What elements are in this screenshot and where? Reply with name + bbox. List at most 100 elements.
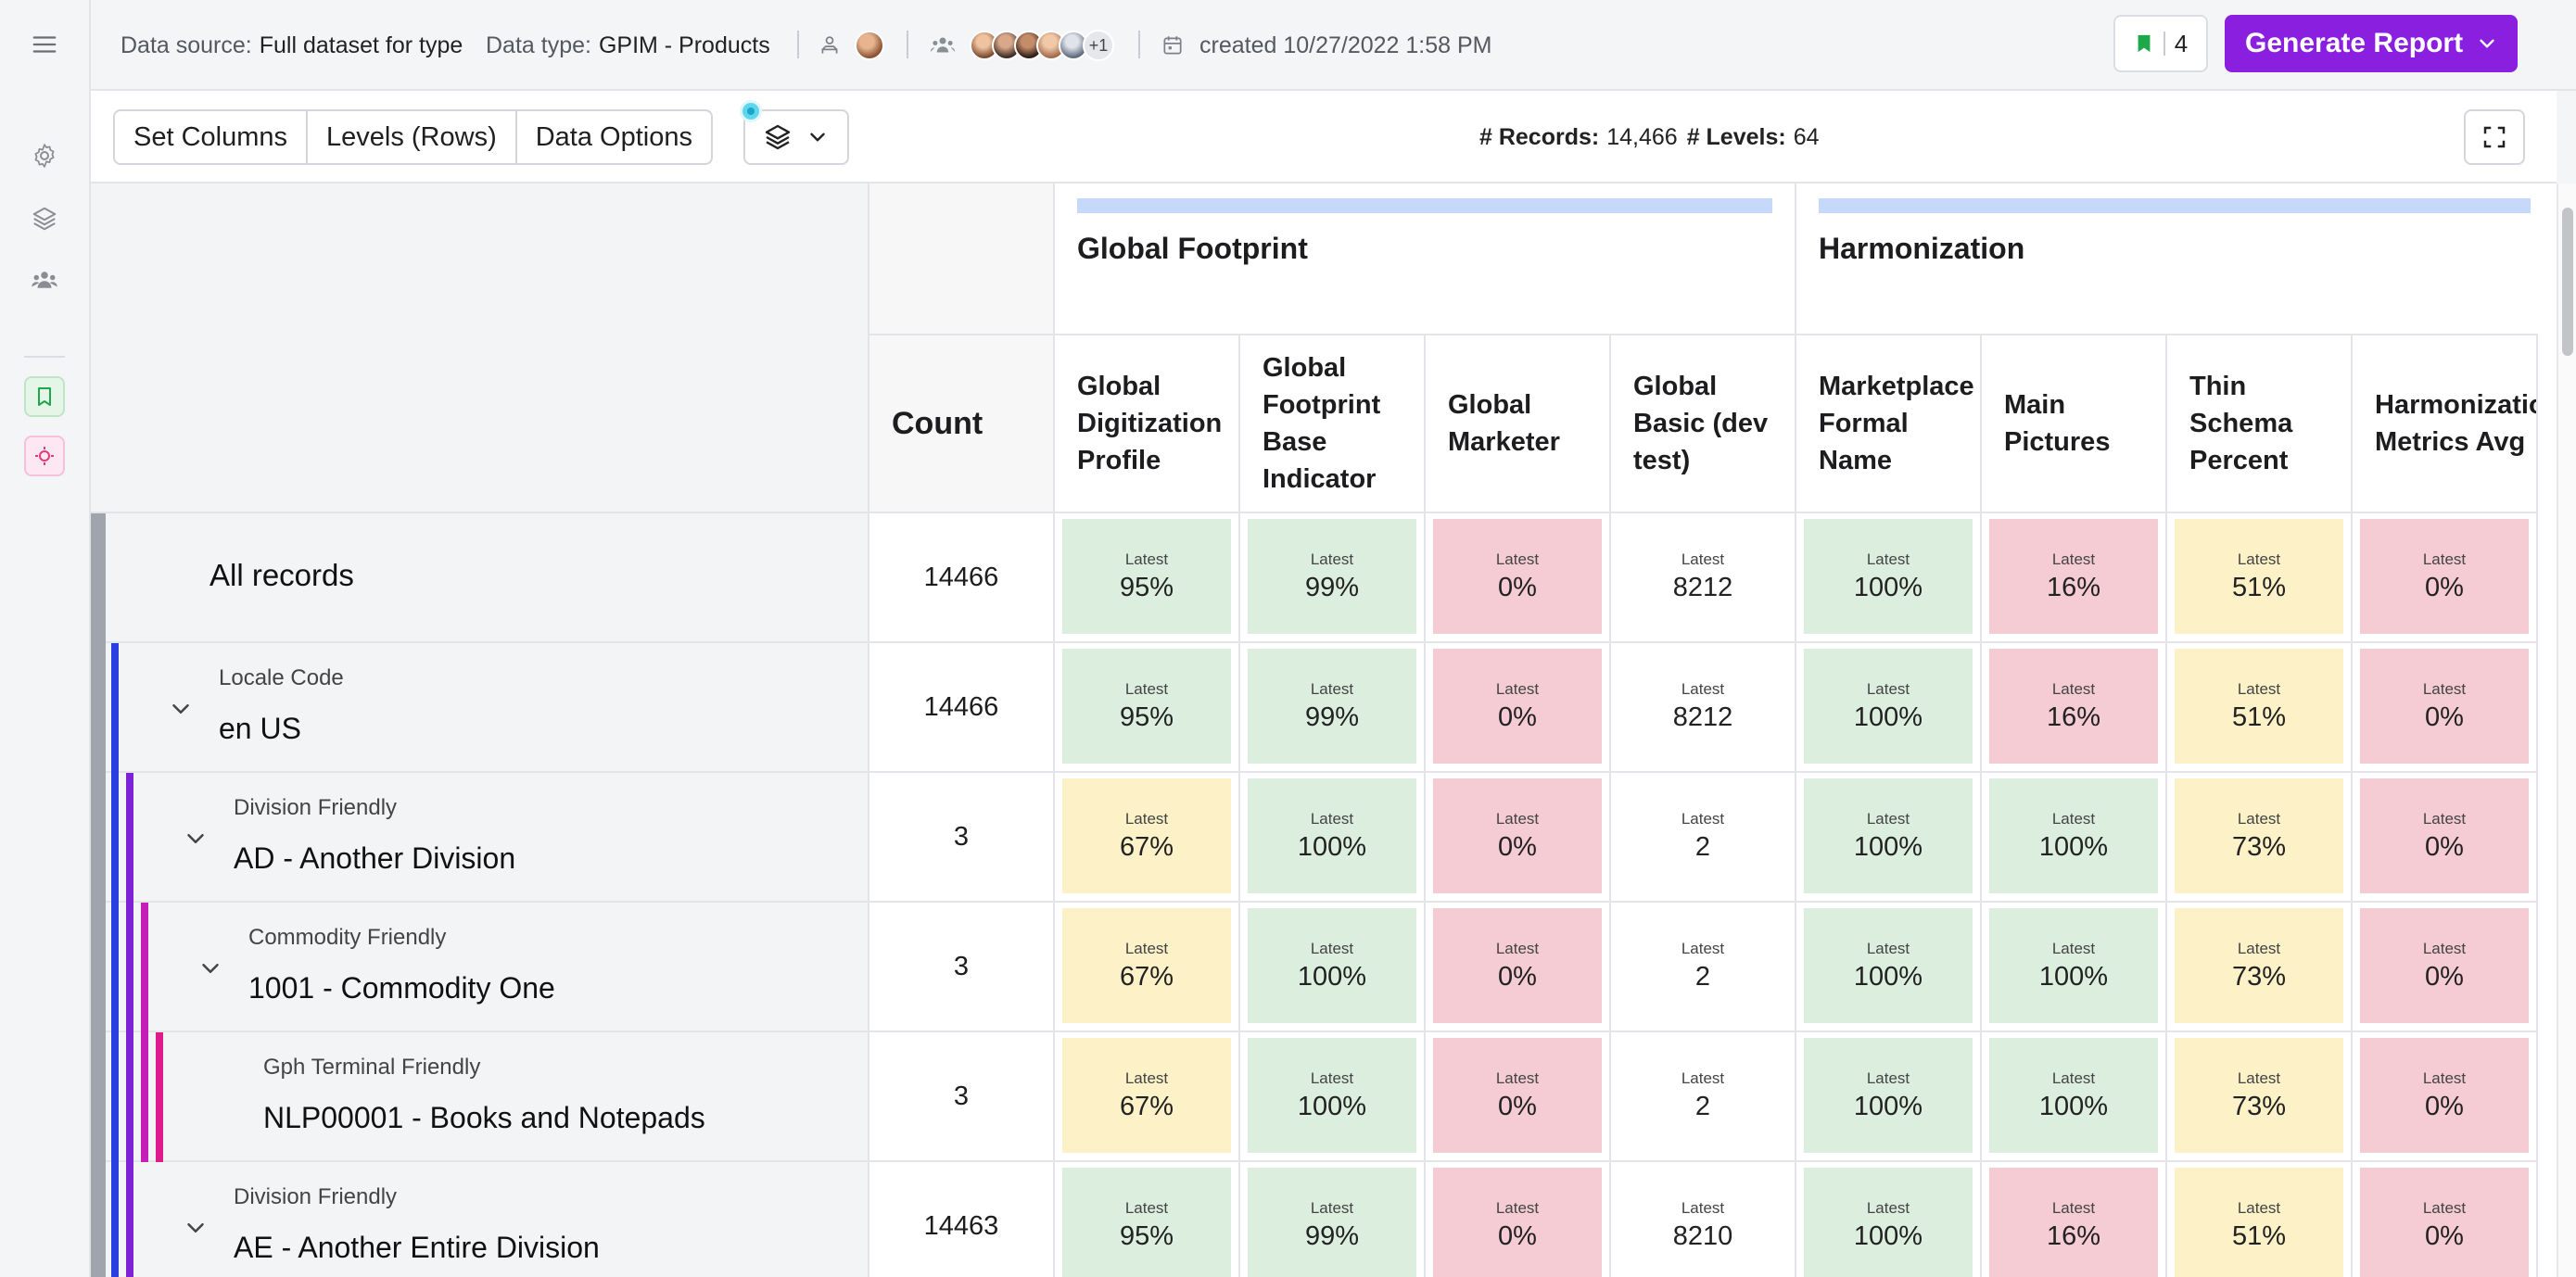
metric-tile[interactable]: Latest 0% bbox=[2360, 778, 2529, 893]
metric-tile[interactable]: Latest 16% bbox=[1989, 1168, 2158, 1277]
metric-tile[interactable]: Latest 100% bbox=[1248, 1038, 1416, 1153]
metric-cell[interactable]: Latest 99% bbox=[1240, 513, 1426, 643]
row-header[interactable]: Commodity Friendly 1001 - Commodity One bbox=[91, 903, 869, 1032]
metric-tile[interactable]: Latest 100% bbox=[1248, 778, 1416, 893]
metric-tile[interactable]: Latest 100% bbox=[1989, 908, 2158, 1023]
metric-tile[interactable]: Latest 2 bbox=[1618, 908, 1787, 1023]
metric-cell[interactable]: Latest 8210 bbox=[1611, 1162, 1796, 1277]
metric-cell[interactable]: Latest 0% bbox=[1426, 903, 1611, 1032]
vertical-scrollbar[interactable] bbox=[2557, 183, 2576, 1277]
metric-tile[interactable]: Latest 8210 bbox=[1618, 1168, 1787, 1277]
chevron-down-icon[interactable] bbox=[197, 955, 224, 982]
metric-tile[interactable]: Latest 95% bbox=[1062, 1168, 1231, 1277]
metric-cell[interactable]: Latest 100% bbox=[1796, 773, 1982, 903]
metric-cell[interactable]: Latest 95% bbox=[1055, 513, 1240, 643]
metric-cell[interactable]: Latest 73% bbox=[2167, 1032, 2353, 1162]
metric-tile[interactable]: Latest 0% bbox=[2360, 1038, 2529, 1153]
metric-cell[interactable]: Latest 0% bbox=[2353, 1162, 2538, 1277]
scrollbar-thumb[interactable] bbox=[2562, 208, 2573, 356]
set-columns-button[interactable]: Set Columns bbox=[115, 111, 309, 163]
metric-cell[interactable]: Latest 73% bbox=[2167, 773, 2353, 903]
layers-icon[interactable] bbox=[24, 198, 65, 239]
metric-cell[interactable]: Latest 51% bbox=[2167, 1162, 2353, 1277]
metric-cell[interactable]: Latest 0% bbox=[2353, 1032, 2538, 1162]
metric-cell[interactable]: Latest 100% bbox=[1982, 903, 2167, 1032]
metric-cell[interactable]: Latest 100% bbox=[1240, 1032, 1426, 1162]
row-header[interactable]: Gph Terminal Friendly NLP00001 - Books an… bbox=[91, 1032, 869, 1162]
metric-cell[interactable]: Latest 100% bbox=[1796, 903, 1982, 1032]
owner-avatar[interactable] bbox=[855, 31, 884, 60]
metric-cell[interactable]: Latest 0% bbox=[2353, 903, 2538, 1032]
metric-tile[interactable]: Latest 0% bbox=[2360, 1168, 2529, 1277]
metric-cell[interactable]: Latest 0% bbox=[1426, 773, 1611, 903]
metric-cell[interactable]: Latest 8212 bbox=[1611, 513, 1796, 643]
generate-report-button[interactable]: Generate Report bbox=[2225, 15, 2518, 72]
more-users-badge[interactable]: +1 bbox=[1083, 30, 1114, 61]
metric-cell[interactable]: Latest 67% bbox=[1055, 773, 1240, 903]
metric-tile[interactable]: Latest 8212 bbox=[1618, 519, 1787, 634]
chevron-down-icon[interactable] bbox=[167, 695, 195, 723]
chevron-down-icon[interactable] bbox=[182, 825, 209, 853]
metric-cell[interactable]: Latest 95% bbox=[1055, 643, 1240, 773]
metric-cell[interactable]: Latest 0% bbox=[1426, 1162, 1611, 1277]
metric-tile[interactable]: Latest 100% bbox=[1804, 1168, 1973, 1277]
data-options-button[interactable]: Data Options bbox=[517, 111, 711, 163]
row-header[interactable]: All records bbox=[91, 513, 869, 643]
metric-tile[interactable]: Latest 2 bbox=[1618, 778, 1787, 893]
column-header[interactable]: Thin Schema Percent bbox=[2167, 334, 2353, 513]
bookmark-icon[interactable] bbox=[24, 376, 65, 417]
metric-tile[interactable]: Latest 51% bbox=[2175, 649, 2343, 764]
column-header[interactable]: Global Basic (dev test) bbox=[1611, 334, 1796, 513]
metric-cell[interactable]: Latest 0% bbox=[1426, 1032, 1611, 1162]
metric-cell[interactable]: Latest 0% bbox=[2353, 643, 2538, 773]
metric-cell[interactable]: Latest 100% bbox=[1240, 773, 1426, 903]
metric-tile[interactable]: Latest 67% bbox=[1062, 1038, 1231, 1153]
metric-cell[interactable]: Latest 95% bbox=[1055, 1162, 1240, 1277]
metric-tile[interactable]: Latest 51% bbox=[2175, 1168, 2343, 1277]
metric-tile[interactable]: Latest 100% bbox=[1804, 1038, 1973, 1153]
metric-tile[interactable]: Latest 67% bbox=[1062, 778, 1231, 893]
metric-cell[interactable]: Latest 0% bbox=[1426, 513, 1611, 643]
metric-tile[interactable]: Latest 0% bbox=[2360, 519, 2529, 634]
column-header[interactable]: Harmonizatio Metrics Avg bbox=[2353, 334, 2538, 513]
metric-cell[interactable]: Latest 0% bbox=[2353, 773, 2538, 903]
menu-icon[interactable] bbox=[24, 24, 65, 65]
metric-tile[interactable]: Latest 73% bbox=[2175, 778, 2343, 893]
metric-tile[interactable]: Latest 95% bbox=[1062, 519, 1231, 634]
metric-tile[interactable]: Latest 67% bbox=[1062, 908, 1231, 1023]
metric-tile[interactable]: Latest 0% bbox=[2360, 908, 2529, 1023]
levels-rows-button[interactable]: Levels (Rows) bbox=[308, 111, 517, 163]
metric-tile[interactable]: Latest 73% bbox=[2175, 908, 2343, 1023]
chevron-down-icon[interactable] bbox=[182, 1214, 209, 1242]
column-header[interactable]: Marketplace Formal Name bbox=[1796, 334, 1982, 513]
metric-cell[interactable]: Latest 67% bbox=[1055, 1032, 1240, 1162]
row-header[interactable]: Division Friendly AD - Another Division bbox=[91, 773, 869, 903]
column-header[interactable]: Main Pictures bbox=[1982, 334, 2167, 513]
metric-tile[interactable]: Latest 99% bbox=[1248, 1168, 1416, 1277]
metric-tile[interactable]: Latest 0% bbox=[1433, 1038, 1602, 1153]
metric-cell[interactable]: Latest 99% bbox=[1240, 643, 1426, 773]
metric-tile[interactable]: Latest 100% bbox=[1804, 649, 1973, 764]
metric-tile[interactable]: Latest 100% bbox=[1248, 908, 1416, 1023]
metric-tile[interactable]: Latest 100% bbox=[1804, 519, 1973, 634]
metric-cell[interactable]: Latest 100% bbox=[1796, 1032, 1982, 1162]
metric-tile[interactable]: Latest 0% bbox=[1433, 649, 1602, 764]
metric-tile[interactable]: Latest 100% bbox=[1804, 908, 1973, 1023]
metric-tile[interactable]: Latest 2 bbox=[1618, 1038, 1787, 1153]
team-icon[interactable] bbox=[24, 259, 65, 300]
metric-cell[interactable]: Latest 0% bbox=[2353, 513, 2538, 643]
column-header[interactable]: Global Footprint Base Indicator bbox=[1240, 334, 1426, 513]
chevron-down-icon[interactable] bbox=[2475, 32, 2499, 56]
column-header[interactable]: Global Digitization Profile bbox=[1055, 334, 1240, 513]
metric-tile[interactable]: Latest 73% bbox=[2175, 1038, 2343, 1153]
bookmarks-button[interactable]: 4 bbox=[2113, 15, 2208, 72]
metric-cell[interactable]: Latest 8212 bbox=[1611, 643, 1796, 773]
insights-icon[interactable] bbox=[24, 436, 65, 476]
metric-tile[interactable]: Latest 0% bbox=[1433, 778, 1602, 893]
metric-cell[interactable]: Latest 100% bbox=[1240, 903, 1426, 1032]
metric-cell[interactable]: Latest 16% bbox=[1982, 513, 2167, 643]
metric-tile[interactable]: Latest 16% bbox=[1989, 649, 2158, 764]
count-column-header[interactable]: Count bbox=[869, 334, 1055, 513]
metric-tile[interactable]: Latest 100% bbox=[1989, 1038, 2158, 1153]
row-header[interactable]: Division Friendly AE - Another Entire Div… bbox=[91, 1162, 869, 1277]
